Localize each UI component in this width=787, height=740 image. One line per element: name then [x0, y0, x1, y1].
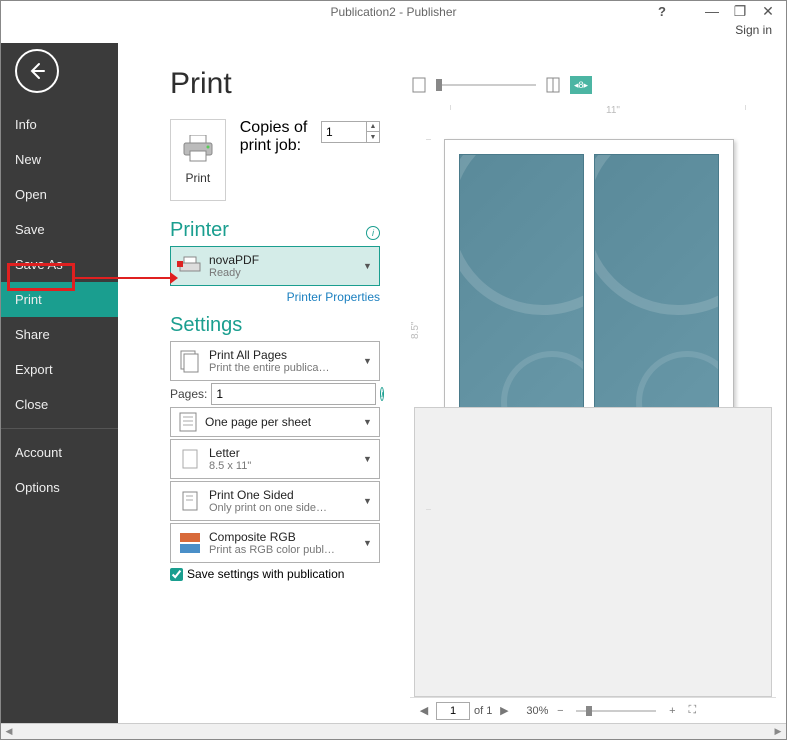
print-scope-select[interactable]: Print All Pages Print the entire publica…	[170, 341, 380, 381]
printer-icon	[180, 135, 216, 163]
settings-heading: Settings	[170, 314, 380, 337]
sign-in-link[interactable]: Sign in	[735, 23, 772, 37]
chevron-down-icon: ▼	[363, 417, 379, 427]
printer-status: Ready	[209, 267, 363, 279]
page-layout-icon	[171, 412, 205, 432]
paper-size-select[interactable]: Letter 8.5 x 11" ▼	[170, 439, 380, 479]
save-settings-label: Save settings with publication	[187, 567, 344, 581]
printer-select[interactable]: novaPDF Ready ▼	[170, 246, 380, 286]
printer-properties-link[interactable]: Printer Properties	[170, 290, 380, 304]
chevron-down-icon: ▼	[363, 356, 379, 366]
one-sided-icon	[171, 490, 209, 512]
prev-page-button[interactable]: ◀	[416, 703, 432, 719]
pages-input[interactable]	[212, 384, 375, 404]
rgb-swatch-icon	[171, 532, 209, 554]
backstage-sidebar: Info New Open Save Save As Print Share E…	[1, 43, 118, 723]
sidebar-item-share[interactable]: Share	[1, 317, 118, 352]
paper-icon	[171, 449, 209, 469]
pages-stack-icon	[171, 349, 209, 373]
sidebar-item-info[interactable]: Info	[1, 107, 118, 142]
printer-info-icon[interactable]: i	[366, 226, 380, 240]
card-preview-2: THANKYOU	[594, 154, 719, 407]
next-page-button[interactable]: ▶	[496, 703, 512, 719]
window-h-scrollbar[interactable]: ◀ ▶	[1, 723, 786, 739]
window-title: Publication2 - Publisher	[330, 5, 456, 19]
copies-spinner[interactable]: ▲ ▼	[321, 121, 380, 143]
sidebar-item-save[interactable]: Save	[1, 212, 118, 247]
sidebar-item-print[interactable]: Print	[1, 282, 118, 317]
vertical-ruler: 8.5"	[410, 119, 434, 407]
chevron-down-icon: ▼	[363, 538, 379, 548]
zoom-slider[interactable]	[576, 710, 656, 712]
save-settings-checkbox[interactable]	[170, 568, 183, 581]
chevron-down-icon: ▼	[363, 496, 379, 506]
sidebar-item-options[interactable]: Options	[1, 470, 118, 505]
preview-h-scrollbar[interactable]	[414, 407, 772, 697]
sides-select[interactable]: Print One Sided Only print on one side… …	[170, 481, 380, 521]
printer-name: novaPDF	[209, 253, 363, 267]
page-number-input[interactable]	[436, 702, 470, 720]
printer-device-icon	[171, 255, 209, 277]
sidebar-item-export[interactable]: Export	[1, 352, 118, 387]
printer-heading: Printer	[170, 219, 229, 242]
layout-select[interactable]: One page per sheet ▼	[170, 407, 380, 437]
print-button[interactable]: Print	[170, 119, 226, 201]
page-title: Print	[170, 67, 380, 101]
zoom-label: 30%	[526, 705, 548, 717]
print-preview-page: THANKYOU THANKYOU	[444, 139, 734, 407]
fit-page-button[interactable]: ⛶	[684, 703, 700, 719]
multi-page-icon[interactable]	[544, 76, 562, 94]
copies-label: Copies of print job:	[240, 119, 315, 155]
scroll-right-button[interactable]: ▶	[770, 725, 786, 739]
close-window-button[interactable]: ✕	[754, 1, 782, 21]
copies-up-button[interactable]: ▲	[367, 122, 379, 132]
preview-slider-1[interactable]	[436, 84, 536, 86]
copies-input[interactable]	[322, 122, 366, 142]
back-button[interactable]	[15, 49, 59, 93]
sidebar-item-account[interactable]: Account	[1, 435, 118, 470]
pages-label: Pages:	[170, 387, 207, 401]
card-preview-1: THANKYOU	[459, 154, 584, 407]
restore-button[interactable]: ❐	[726, 1, 754, 21]
page-count-toggle[interactable]: ◂8▸	[570, 76, 592, 94]
print-button-label: Print	[186, 171, 211, 185]
sidebar-item-close[interactable]: Close	[1, 387, 118, 422]
sidebar-item-open[interactable]: Open	[1, 177, 118, 212]
page-total-label: of 1	[474, 705, 492, 717]
sidebar-item-new[interactable]: New	[1, 142, 118, 177]
sidebar-item-save-as[interactable]: Save As	[1, 247, 118, 282]
color-select[interactable]: Composite RGB Print as RGB color publ… ▼	[170, 523, 380, 563]
horizontal-ruler: 11"	[450, 105, 776, 119]
copies-down-button[interactable]: ▼	[367, 132, 379, 142]
single-page-icon[interactable]	[410, 76, 428, 94]
minimize-button[interactable]: —	[698, 1, 726, 21]
scroll-left-button[interactable]: ◀	[1, 725, 17, 739]
titlebar: Publication2 - Publisher ? — ❐ ✕	[1, 1, 786, 23]
help-button[interactable]: ?	[648, 1, 676, 21]
chevron-down-icon: ▼	[363, 261, 379, 271]
zoom-in-button[interactable]: +	[664, 703, 680, 719]
zoom-out-button[interactable]: −	[552, 703, 568, 719]
chevron-down-icon: ▼	[363, 454, 379, 464]
